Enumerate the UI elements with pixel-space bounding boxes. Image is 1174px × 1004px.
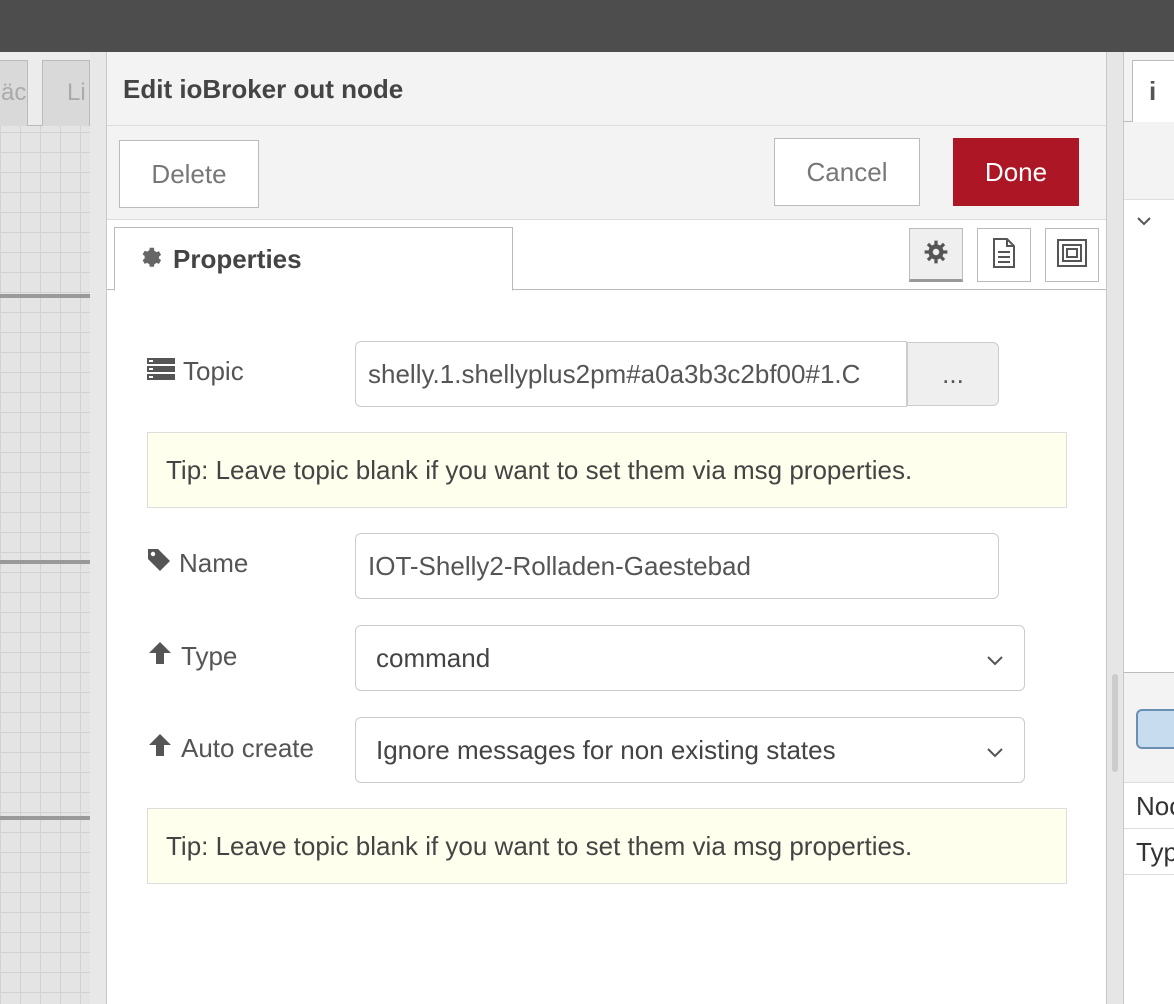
workspace-canvas[interactable]	[0, 52, 90, 1004]
arrow-up-icon	[147, 732, 181, 765]
sidebar-tab-bar: i	[1124, 52, 1174, 123]
tray-shadow	[90, 52, 106, 1004]
autocreate-label: Auto create	[147, 732, 314, 765]
topic-label: Topic	[147, 356, 244, 387]
chevron-down-icon[interactable]	[1136, 214, 1152, 232]
right-sidebar: i Noc Typ	[1107, 52, 1174, 1004]
table-row: Noc	[1124, 783, 1174, 829]
sidebar-tab-info[interactable]: i	[1132, 60, 1174, 123]
tray-tabs: Properties	[107, 220, 1106, 291]
info-icon: i	[1149, 76, 1157, 106]
name-label: Name	[147, 548, 248, 579]
tab-icon-properties[interactable]	[909, 228, 963, 282]
arrow-up-icon	[147, 640, 181, 673]
workspace-tab[interactable]: Li	[42, 60, 90, 126]
tab-properties[interactable]: Properties	[114, 227, 513, 291]
tab-icon-description[interactable]	[977, 228, 1031, 282]
topic-input[interactable]: shelly.1.shellyplus2pm#a0a3b3c2bf00#1.C	[355, 341, 907, 407]
sidebar-toolbar	[1124, 122, 1174, 200]
type-select[interactable]: command	[355, 625, 1025, 691]
sidebar-panel: i Noc Typ	[1123, 52, 1174, 1004]
topic-browse-button[interactable]: ...	[907, 342, 999, 406]
autocreate-label-text: Auto create	[181, 733, 314, 763]
cancel-button[interactable]: Cancel	[774, 138, 920, 206]
gear-icon	[923, 239, 949, 270]
sidebar-info-table: Noc Typ	[1124, 672, 1174, 1004]
chevron-down-icon	[986, 735, 1004, 766]
sidebar-separator	[1107, 52, 1123, 1004]
name-input[interactable]: IOT-Shelly2-Rolladen-Gaestebad	[355, 533, 999, 599]
tag-icon	[147, 548, 179, 579]
topic-label-text: Topic	[183, 356, 244, 386]
tip-box: Tip: Leave topic blank if you want to se…	[147, 808, 1067, 884]
done-button[interactable]: Done	[953, 138, 1079, 206]
flow-wire	[0, 294, 90, 298]
type-label-text: Type	[181, 641, 238, 671]
edit-tray: Edit ioBroker out node Delete Cancel Don…	[106, 52, 1107, 1004]
gear-icon	[139, 245, 163, 274]
type-label: Type	[147, 640, 237, 673]
tray-title: Edit ioBroker out node	[123, 74, 404, 104]
flow-wire	[0, 560, 90, 564]
tab-properties-label: Properties	[173, 243, 302, 274]
chevron-down-icon	[986, 643, 1004, 674]
name-label-text: Name	[179, 548, 249, 578]
sidebar-info-button[interactable]	[1136, 709, 1174, 749]
document-icon	[991, 237, 1017, 273]
tray-header: Edit ioBroker out node	[107, 52, 1106, 126]
table-row: Typ	[1124, 829, 1174, 875]
workspace-tab[interactable]: äc	[0, 60, 28, 126]
top-header-bar	[0, 0, 1174, 52]
tab-icon-appearance[interactable]	[1045, 228, 1099, 282]
autocreate-select[interactable]: Ignore messages for non existing states	[355, 717, 1025, 783]
list-icon	[147, 356, 183, 387]
flow-wire	[0, 816, 90, 820]
tip-box: Tip: Leave topic blank if you want to se…	[147, 432, 1067, 508]
autocreate-select-value: Ignore messages for non existing states	[376, 734, 836, 765]
type-select-value: command	[376, 642, 491, 673]
sidebar-resize-handle[interactable]	[1112, 674, 1118, 772]
delete-button[interactable]: Delete	[119, 140, 259, 208]
frame-icon	[1056, 238, 1088, 273]
sidebar-info-toolbar	[1124, 673, 1174, 783]
tray-toolbar: Delete Cancel Done	[107, 126, 1106, 220]
